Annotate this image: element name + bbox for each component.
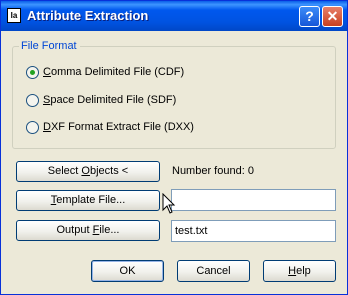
select-objects-button[interactable]: Select Objects < xyxy=(16,161,160,182)
number-found-value: 0 xyxy=(247,165,254,177)
help-title-button[interactable]: ? xyxy=(299,6,320,27)
window-title: Attribute Extraction xyxy=(27,8,149,23)
radio-label-dxx: DXF Format Extract File (DXX) xyxy=(43,121,194,133)
radio-button[interactable] xyxy=(26,120,39,134)
attribute-extraction-dialog: Ia Attribute Extraction ? ✕ File Format … xyxy=(0,0,348,295)
radio-selected-dot xyxy=(30,69,35,75)
output-file-button[interactable]: Output File... xyxy=(16,220,160,241)
close-button[interactable]: ✕ xyxy=(322,6,343,27)
file-format-legend: File Format xyxy=(19,40,80,52)
radio-button[interactable] xyxy=(26,65,39,79)
help-button[interactable]: Help xyxy=(263,260,336,282)
template-file-button[interactable]: Template File... xyxy=(16,190,160,211)
number-found-label: Number found: 0 xyxy=(172,165,254,177)
radio-comma-delimited[interactable]: Comma Delimited File (CDF) xyxy=(26,64,184,80)
ok-button[interactable]: OK xyxy=(91,260,164,282)
radio-label-cdf: Comma Delimited File (CDF) xyxy=(43,66,185,78)
radio-dxf-extract[interactable]: DXF Format Extract File (DXX) xyxy=(26,119,194,135)
radio-space-delimited[interactable]: Space Delimited File (SDF) xyxy=(26,92,176,108)
radio-label-sdf: Space Delimited File (SDF) xyxy=(43,94,177,106)
mouse-pointer-icon xyxy=(162,193,176,214)
cancel-button[interactable]: Cancel xyxy=(177,260,250,282)
dialog-app-icon: Ia xyxy=(7,8,21,23)
radio-button[interactable] xyxy=(26,93,39,107)
output-file-field[interactable]: test.txt xyxy=(171,220,336,242)
title-bar[interactable]: Ia Attribute Extraction ? ✕ xyxy=(1,1,347,31)
template-file-field[interactable] xyxy=(171,189,336,211)
